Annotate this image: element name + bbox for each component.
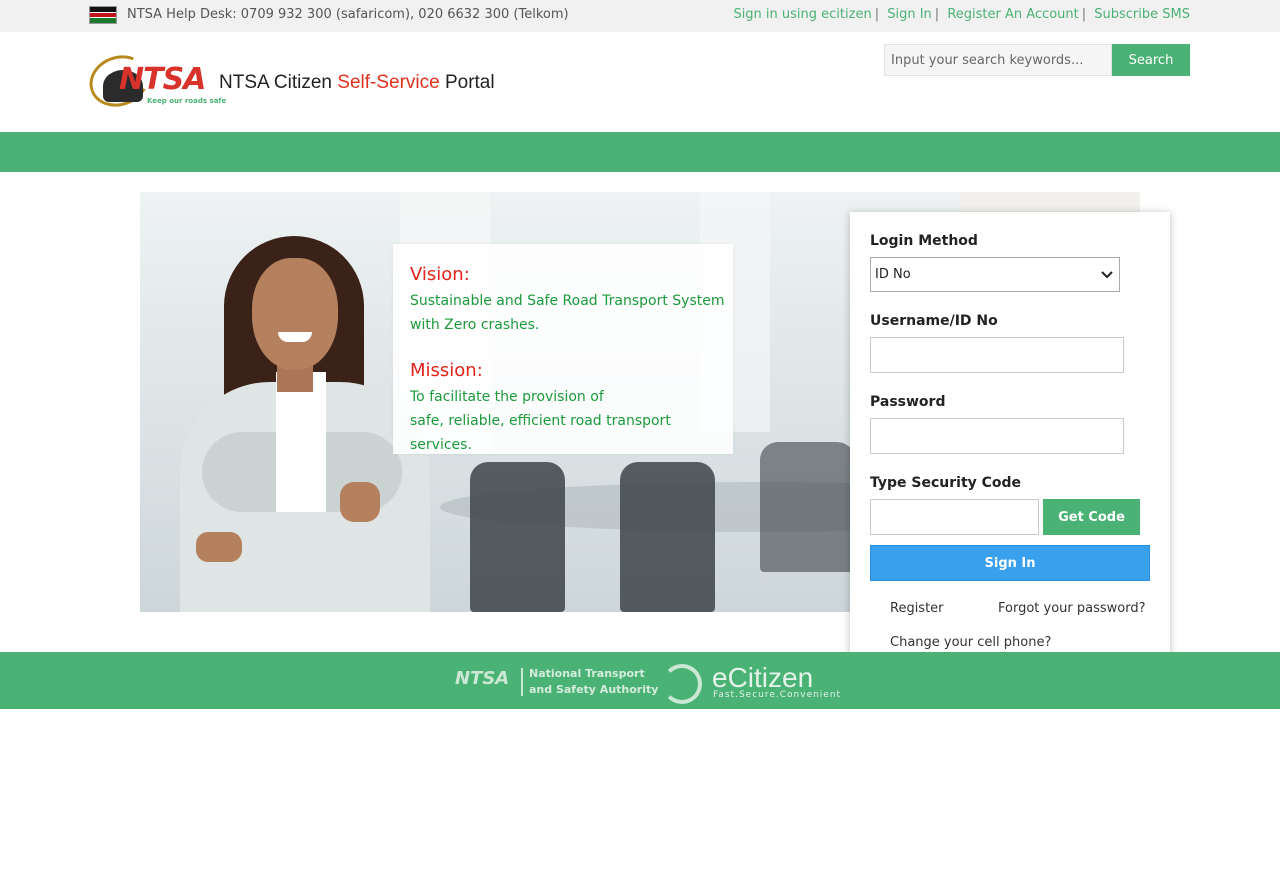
- register-account-link[interactable]: Register An Account: [947, 7, 1078, 22]
- password-label: Password: [870, 394, 946, 410]
- link-separator: |: [934, 7, 940, 22]
- top-links: Sign in using ecitizen | Sign In | Registe…: [733, 7, 1190, 22]
- login-method-select[interactable]: ID No: [870, 257, 1120, 292]
- footer-ntsa-logo: NTSA National Transport and Safety Autho…: [455, 664, 658, 698]
- portal-title-highlight: Self-Service: [337, 72, 440, 93]
- security-code-label: Type Security Code: [870, 475, 1022, 491]
- top-bar: NTSA Help Desk: 0709 932 300 (safaricom)…: [0, 0, 1280, 32]
- footer-band: NTSA National Transport and Safety Autho…: [0, 652, 1280, 709]
- username-input[interactable]: [870, 337, 1124, 373]
- ecitizen-logo-icon: [662, 664, 702, 704]
- link-separator: |: [1081, 7, 1087, 22]
- forgot-password-link[interactable]: Forgot your password?: [998, 601, 1146, 616]
- helpdesk-text: NTSA Help Desk: 0709 932 300 (safaricom)…: [127, 7, 569, 22]
- portal-title: NTSA Citizen Self-Service Portal: [219, 72, 495, 94]
- kenya-flag-icon: [89, 6, 117, 24]
- login-method-value: ID No: [875, 267, 911, 282]
- mission-text-line: To facilitate the provision of: [410, 389, 604, 405]
- logo-wordmark: NTSA: [119, 62, 206, 97]
- footer-ecitizen-logo: eCitizen Fast.Secure.Convenient: [662, 662, 840, 704]
- mission-heading: Mission:: [410, 360, 483, 381]
- logo-tagline: Keep our roads safe: [147, 97, 227, 105]
- ecitizen-slogan: Fast.Secure.Convenient: [713, 690, 842, 700]
- search-button[interactable]: Search: [1112, 44, 1190, 76]
- login-card: Login Method ID No Username/ID No Passwo…: [850, 212, 1170, 659]
- login-method-label: Login Method: [870, 233, 978, 249]
- footer-ntsa-name-line: and Safety Authority: [529, 683, 659, 696]
- nav-bar: [0, 132, 1280, 172]
- subscribe-sms-link[interactable]: Subscribe SMS: [1094, 7, 1190, 22]
- mission-text-line: safe, reliable, efficient road transport…: [410, 413, 671, 453]
- footer-ntsa-name: National Transport and Safety Authority: [529, 666, 658, 698]
- username-label: Username/ID No: [870, 313, 998, 329]
- password-input[interactable]: [870, 418, 1124, 454]
- sign-in-ecitizen-link[interactable]: Sign in using ecitizen: [733, 7, 871, 22]
- vision-mission-panel: Vision: Sustainable and Safe Road Transp…: [393, 244, 733, 454]
- mission-text: To facilitate the provision of safe, rel…: [410, 385, 730, 457]
- search-input[interactable]: [884, 44, 1112, 76]
- vision-text: Sustainable and Safe Road Transport Syst…: [410, 293, 725, 333]
- portal-title-suffix: Portal: [439, 72, 495, 93]
- register-link[interactable]: Register: [890, 601, 944, 616]
- sign-in-button[interactable]: Sign In: [870, 545, 1150, 581]
- security-code-input[interactable]: [870, 499, 1039, 535]
- get-code-button[interactable]: Get Code: [1043, 499, 1140, 535]
- footer-ntsa-name-line: National Transport: [529, 667, 645, 680]
- footer-ntsa-wordmark: NTSA: [455, 668, 510, 689]
- link-separator: |: [874, 7, 880, 22]
- vision-heading: Vision:: [410, 264, 470, 285]
- portal-title-prefix: NTSA Citizen: [219, 72, 338, 93]
- sign-in-link[interactable]: Sign In: [887, 7, 932, 22]
- change-phone-link[interactable]: Change your cell phone?: [890, 635, 1051, 650]
- chevron-down-icon: [1101, 271, 1113, 279]
- ntsa-logo[interactable]: NTSA Keep our roads safe NTSA Citizen Se…: [82, 47, 495, 115]
